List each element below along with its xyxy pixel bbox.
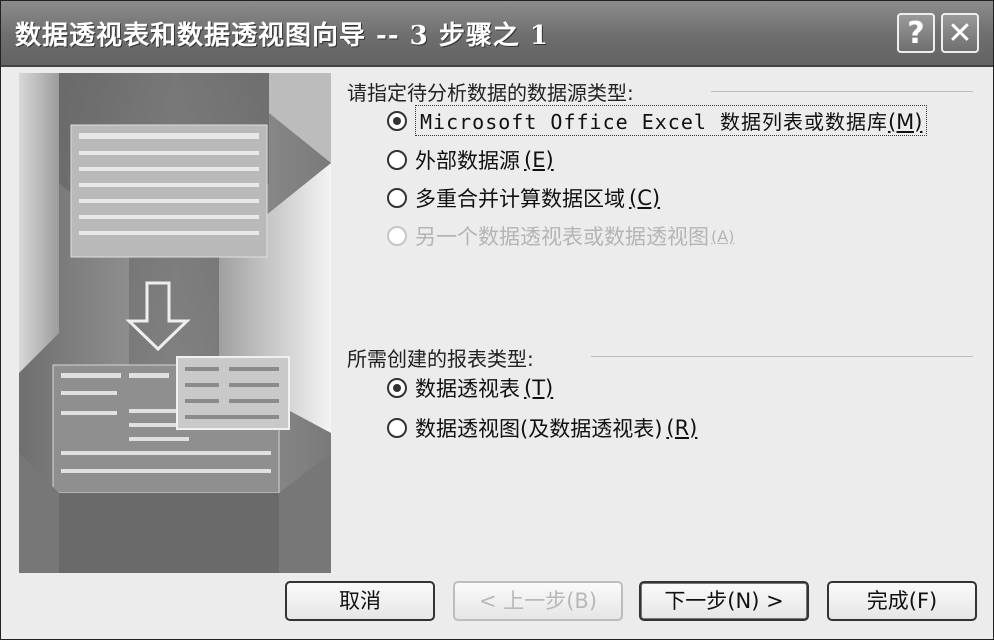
radio-another-pivot-label: 另一个数据透视表或数据透视图 xyxy=(415,225,709,249)
title-bar: 数据透视表和数据透视图向导 -- 3 步骤之 1 ? ✕ xyxy=(1,1,993,67)
wizard-illustration xyxy=(19,73,331,573)
radio-another-pivot: 另一个数据透视表或数据透视图 (A) xyxy=(387,221,734,251)
radio-excel-list[interactable]: Microsoft Office Excel 数据列表或数据库(M) xyxy=(387,105,928,136)
radio-excel-list-label: Microsoft Office Excel 数据列表或数据库 xyxy=(420,110,888,134)
radio-multiple-ranges-button[interactable] xyxy=(387,188,407,208)
radio-external-source[interactable]: 外部数据源 (E) xyxy=(387,145,554,175)
dialog-title: 数据透视表和数据透视图向导 -- 3 步骤之 1 xyxy=(15,21,549,51)
cancel-button[interactable]: 取消 xyxy=(285,581,435,621)
radio-external-source-label: 外部数据源 xyxy=(415,149,520,173)
source-divider xyxy=(711,91,973,92)
pivot-wizard-dialog: 数据透视表和数据透视图向导 -- 3 步骤之 1 ? ✕ 请指定待分析数据的数据… xyxy=(0,0,994,640)
radio-pivot-chart[interactable]: 数据透视图(及数据透视表) (R) xyxy=(387,413,697,443)
radio-selected-dot xyxy=(393,116,401,125)
report-heading: 所需创建的报表类型: xyxy=(347,347,534,371)
finish-button[interactable]: 完成(F) xyxy=(827,581,977,621)
radio-external-source-button[interactable] xyxy=(387,150,407,170)
wizard-illustration-graphic xyxy=(19,73,331,573)
close-icon: ✕ xyxy=(947,16,973,51)
radio-external-source-key: (E) xyxy=(524,148,554,172)
back-button: < 上一步(B) xyxy=(453,581,623,621)
radio-pivot-chart-key: (R) xyxy=(666,416,698,440)
radio-excel-list-button[interactable] xyxy=(387,110,407,131)
radio-multiple-ranges-key: (C) xyxy=(629,186,661,210)
radio-another-pivot-button xyxy=(387,226,407,246)
radio-pivot-table[interactable]: 数据透视表 (T) xyxy=(387,373,553,403)
radio-excel-list-focus: Microsoft Office Excel 数据列表或数据库(M) xyxy=(415,105,928,136)
help-icon: ? xyxy=(907,16,925,51)
radio-pivot-table-label: 数据透视表 xyxy=(415,377,520,401)
source-heading: 请指定待分析数据的数据源类型: xyxy=(347,81,634,105)
radio-selected-dot xyxy=(393,384,401,392)
radio-pivot-chart-button[interactable] xyxy=(387,418,407,438)
radio-pivot-table-button[interactable] xyxy=(387,378,407,398)
next-button[interactable]: 下一步(N) > xyxy=(639,581,809,621)
radio-excel-list-key: (M) xyxy=(887,110,923,134)
report-divider xyxy=(591,356,973,357)
radio-another-pivot-key: (A) xyxy=(711,226,735,246)
radio-multiple-ranges-label: 多重合并计算数据区域 xyxy=(415,187,625,211)
radio-pivot-table-key: (T) xyxy=(524,376,554,400)
radio-pivot-chart-label: 数据透视图(及数据透视表) xyxy=(415,417,663,441)
close-button[interactable]: ✕ xyxy=(941,13,979,53)
radio-multiple-ranges[interactable]: 多重合并计算数据区域 (C) xyxy=(387,183,660,213)
help-button[interactable]: ? xyxy=(897,13,935,53)
